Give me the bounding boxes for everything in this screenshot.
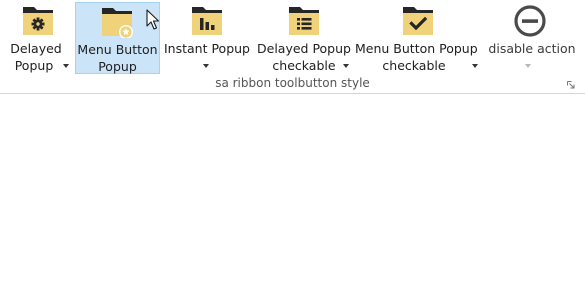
button-label-line1: disable action	[488, 41, 576, 56]
minus-circle-icon	[514, 5, 546, 37]
instant-popup-button[interactable]: Instant Popup	[163, 2, 251, 74]
chevron-down-icon[interactable]	[343, 64, 349, 68]
button-label-line1: Menu Button	[77, 42, 158, 57]
check-folder-icon	[403, 7, 433, 35]
list-folder-icon	[289, 7, 319, 35]
group-title: sa ribbon toolbutton style	[215, 76, 370, 90]
dialog-launcher-icon[interactable]	[567, 81, 575, 89]
menu-button-popup-checkable-button[interactable]: Menu Button Popup checkable	[355, 2, 485, 74]
ribbon-panel: Delayed Popup Menu Button Popup Instant …	[0, 0, 585, 94]
chevron-down-icon[interactable]	[203, 64, 209, 68]
button-label-line1: Menu Button Popup	[355, 41, 478, 56]
chevron-down-icon[interactable]	[63, 64, 69, 68]
mouse-cursor-icon	[146, 9, 160, 30]
delayed-popup-checkable-button[interactable]: Delayed Popup checkable	[254, 2, 354, 74]
button-label-line2: Popup	[98, 59, 137, 74]
chart-folder-icon	[192, 7, 222, 35]
button-label-line2: Popup	[14, 58, 54, 73]
delayed-popup-button[interactable]: Delayed Popup	[8, 2, 69, 74]
disable-action-button[interactable]: disable action	[486, 2, 578, 74]
button-label-line1: Delayed Popup	[257, 41, 351, 56]
button-label-line1: Delayed	[10, 41, 62, 56]
chevron-down-icon[interactable]	[472, 64, 478, 68]
button-label-line1: Instant Popup	[163, 41, 250, 56]
button-label-line2: checkable	[272, 58, 336, 73]
gear-folder-icon	[23, 7, 53, 35]
button-label-line2: checkable	[382, 58, 446, 73]
star-folder-icon	[102, 8, 133, 38]
chevron-down-icon	[525, 64, 531, 68]
